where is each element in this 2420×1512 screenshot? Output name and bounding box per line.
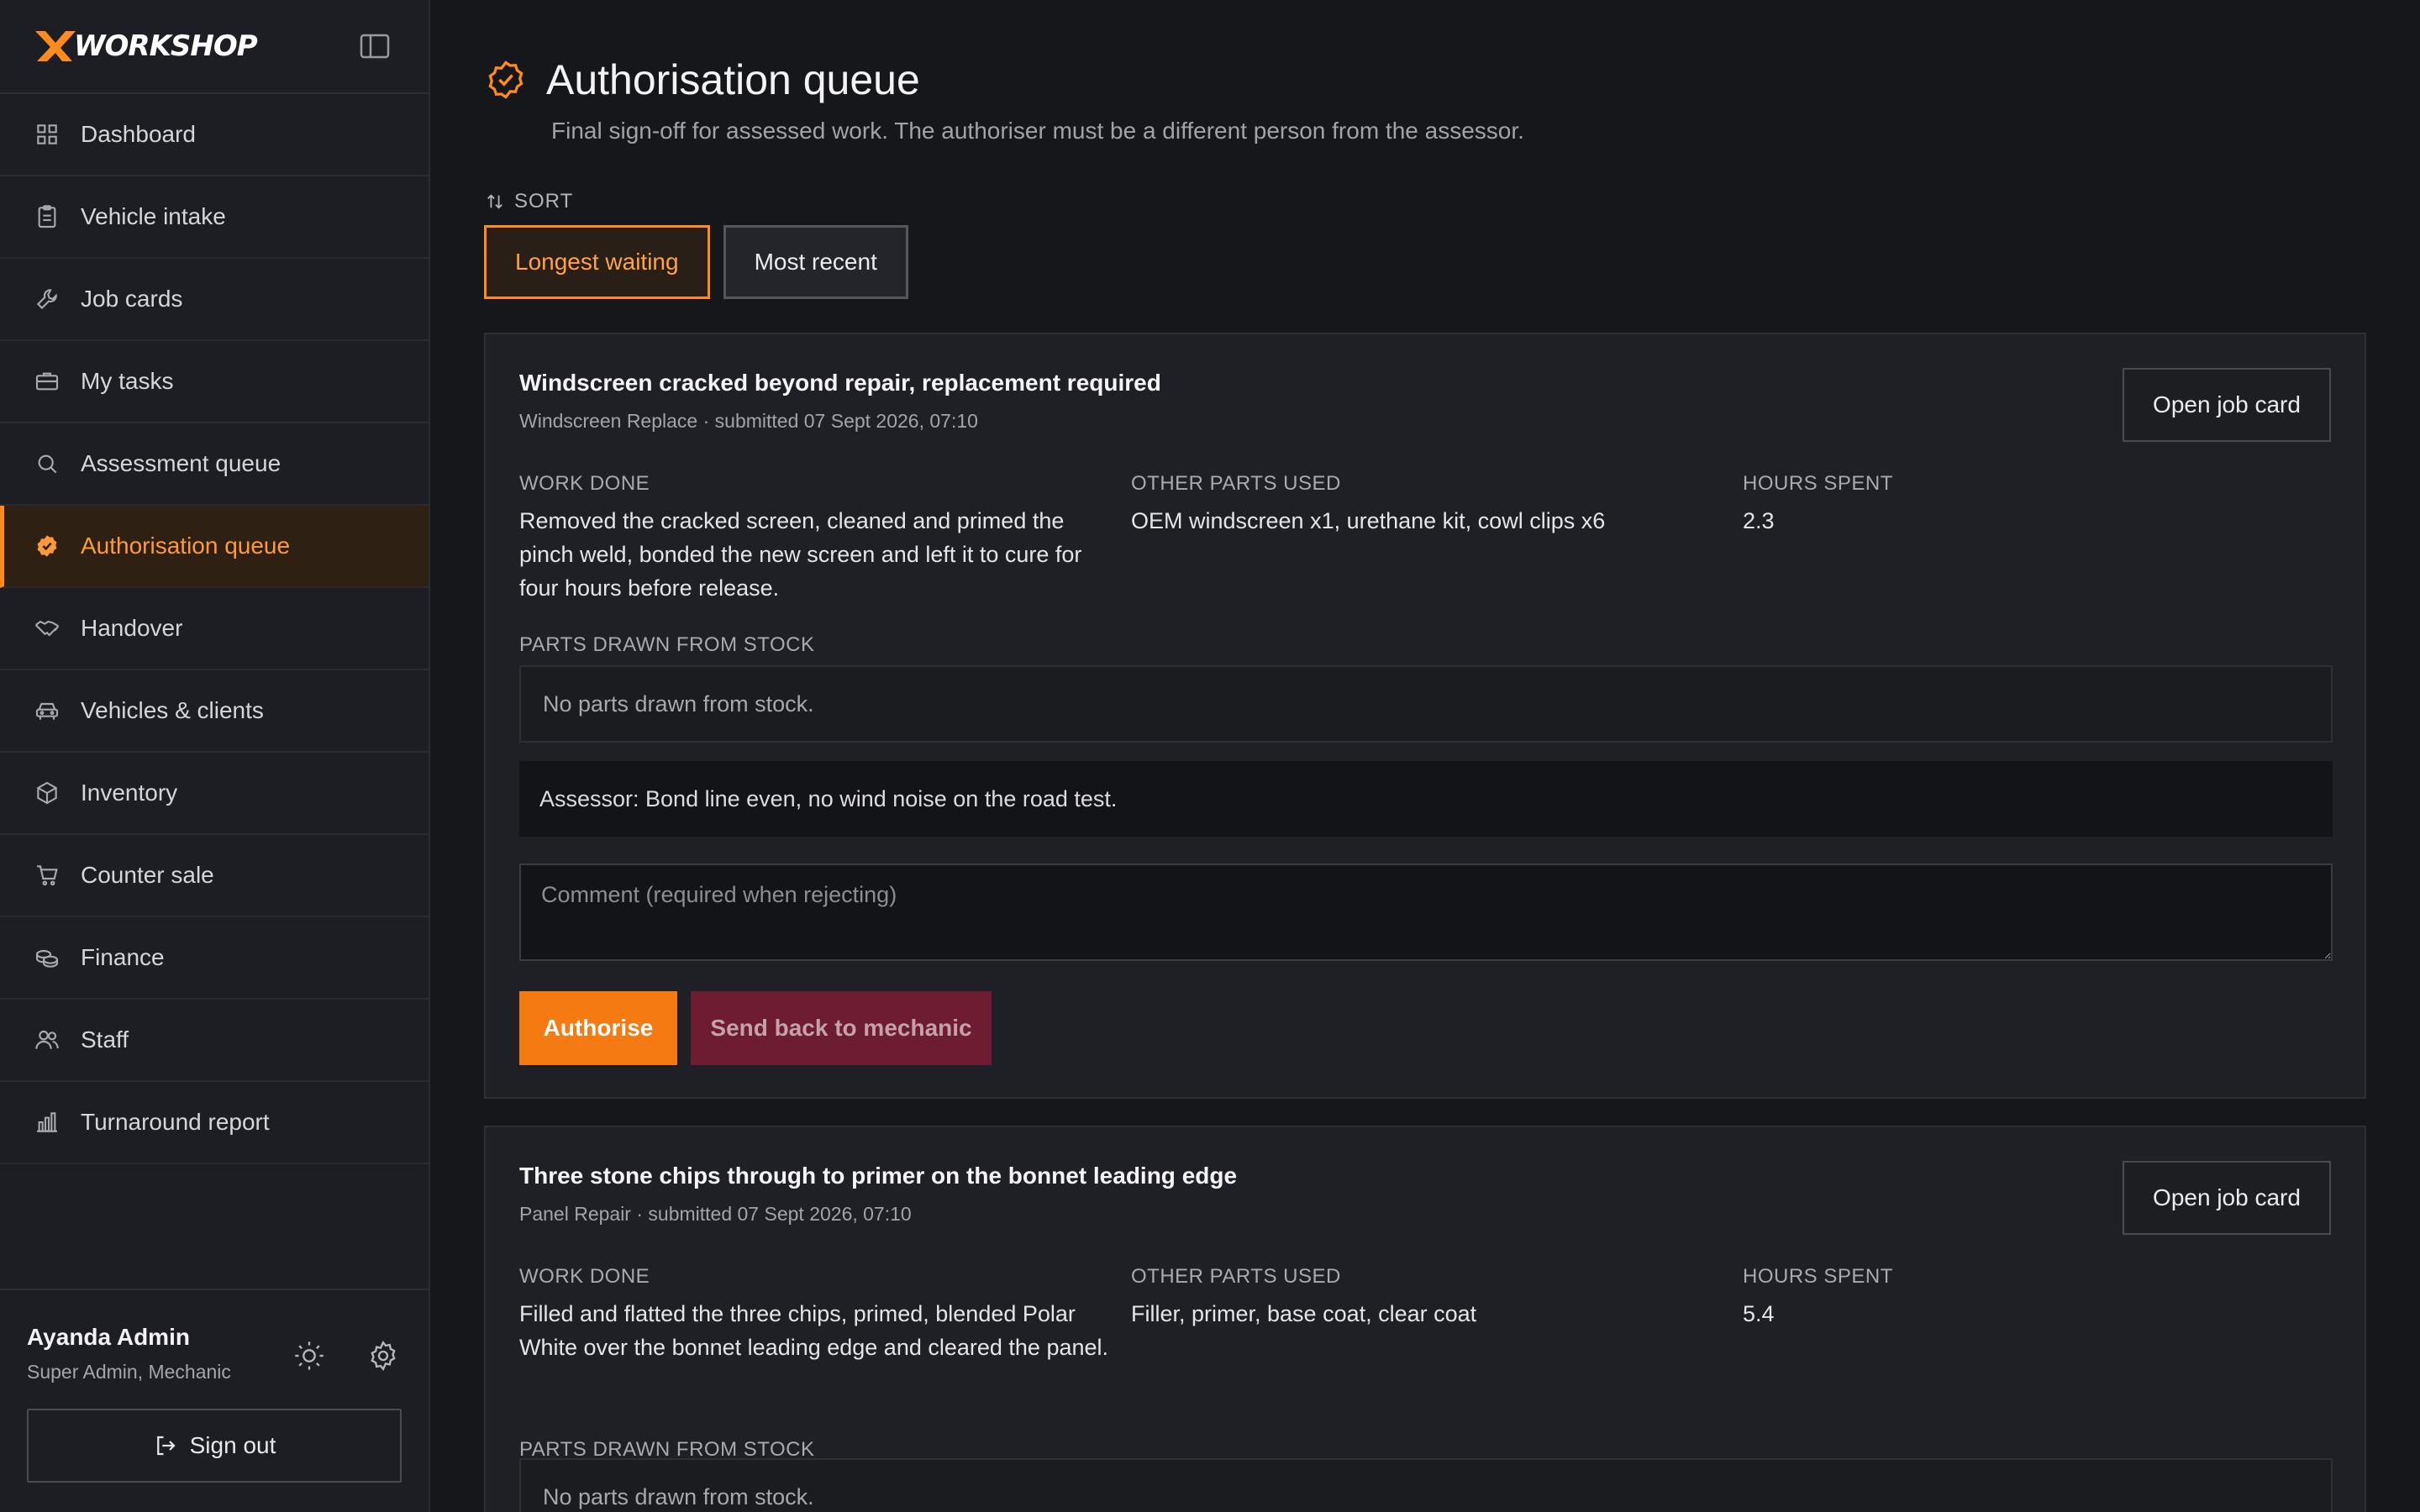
sort-icon — [487, 194, 502, 209]
sun-icon[interactable] — [292, 1339, 326, 1373]
sign-out-label: Sign out — [189, 1432, 276, 1458]
assessor-note: Assessor: Bond line even, no wind noise … — [519, 761, 2333, 837]
authorisation-card: Windscreen cracked beyond repair, replac… — [484, 333, 2366, 1099]
sidebar-item-handover[interactable]: Handover — [0, 588, 429, 670]
open-job-card-button[interactable]: Open job card — [2123, 368, 2331, 442]
open-job-card-button[interactable]: Open job card — [2123, 1161, 2331, 1235]
hours-spent-label: HOURS SPENT — [1743, 472, 1893, 495]
sidebar-item-label: Handover — [81, 615, 183, 641]
grid-icon — [37, 124, 57, 144]
badge-check-icon — [37, 535, 57, 557]
page-subtitle: Final sign-off for assessed work. The au… — [551, 118, 1524, 144]
user-name: Ayanda Admin — [27, 1324, 190, 1350]
sidebar-item-my-tasks[interactable]: My tasks — [0, 341, 429, 423]
sidebar-item-label: Dashboard — [81, 121, 196, 147]
sidebar-item-counter-sale[interactable]: Counter sale — [0, 835, 429, 917]
card-meta: Windscreen Replace · submitted 07 Sept 2… — [519, 410, 978, 432]
page-title: Authorisation queue — [546, 56, 920, 103]
page-header: Authorisation queue — [484, 55, 920, 104]
briefcase-icon — [35, 372, 59, 391]
other-parts-value: OEM windscreen x1, urethane kit, cowl cl… — [1131, 508, 1606, 533]
sidebar-item-dashboard[interactable]: Dashboard — [0, 94, 429, 176]
card-actions: Authorise Send back to mechanic — [519, 991, 992, 1065]
sidebar-item-finance[interactable]: Finance — [0, 917, 429, 1000]
brand-name: WORKSHOP — [74, 29, 258, 63]
sidebar-toggle-icon[interactable] — [360, 34, 390, 59]
work-done-label: WORK DONE — [519, 472, 650, 495]
sidebar-item-vehicles-clients[interactable]: Vehicles & clients — [0, 670, 429, 753]
other-parts-label: OTHER PARTS USED — [1131, 1265, 1341, 1288]
sidebar-item-label: My tasks — [81, 368, 174, 394]
sidebar-item-label: Authorisation queue — [81, 533, 291, 559]
user-roles: Super Admin, Mechanic — [27, 1361, 231, 1383]
other-parts-value: Filler, primer, base coat, clear coat — [1131, 1301, 1477, 1326]
sidebar-item-label: Vehicles & clients — [81, 697, 264, 723]
users-icon — [35, 1030, 59, 1049]
sidebar-item-inventory[interactable]: Inventory — [0, 753, 429, 835]
sort-longest-waiting-button[interactable]: Longest waiting — [484, 225, 710, 299]
sidebar-item-vehicle-intake[interactable]: Vehicle intake — [0, 176, 429, 259]
sidebar-item-staff[interactable]: Staff — [0, 1000, 429, 1082]
logo-x-icon — [35, 31, 76, 61]
logo[interactable]: WORKSHOP — [34, 29, 258, 63]
sidebar: WORKSHOP Dashboard Vehicle intake Job ca… — [0, 0, 430, 1512]
sidebar-item-label: Inventory — [81, 780, 178, 806]
work-done-value: Removed the cracked screen, cleaned and … — [519, 508, 1082, 601]
wrench-icon — [36, 289, 57, 310]
authorise-button[interactable]: Authorise — [519, 991, 677, 1065]
send-back-button[interactable]: Send back to mechanic — [691, 991, 992, 1065]
parts-drawn-box: No parts drawn from stock. — [519, 665, 2333, 743]
card-details: WORK DONE Removed the cracked screen, cl… — [519, 472, 2354, 605]
clipboard-icon — [38, 205, 56, 228]
sidebar-item-label: Staff — [81, 1026, 129, 1053]
parts-drawn-box: No parts drawn from stock. — [519, 1458, 2333, 1512]
hours-spent-label: HOURS SPENT — [1743, 1265, 1893, 1288]
card-details: WORK DONE Filled and flatted the three c… — [519, 1265, 2354, 1364]
brand-bar: WORKSHOP — [0, 0, 429, 94]
user-panel: Ayanda Admin Super Admin, Mechanic Sign … — [0, 1289, 429, 1512]
authorisation-card: Three stone chips through to primer on t… — [484, 1126, 2366, 1512]
badge-check-icon — [488, 60, 523, 99]
sidebar-item-turnaround-report[interactable]: Turnaround report — [0, 1082, 429, 1164]
gear-icon[interactable] — [366, 1339, 400, 1373]
bar-chart-icon — [37, 1112, 57, 1132]
sidebar-item-label: Turnaround report — [81, 1109, 270, 1135]
hours-spent-value: 5.4 — [1743, 1301, 1775, 1326]
search-icon — [38, 454, 57, 474]
hours-spent-value: 2.3 — [1743, 508, 1775, 533]
comment-input[interactable] — [519, 864, 2333, 961]
work-done-label: WORK DONE — [519, 1265, 650, 1288]
card-meta: Panel Repair · submitted 07 Sept 2026, 0… — [519, 1203, 912, 1225]
card-title: Three stone chips through to primer on t… — [519, 1163, 1238, 1189]
car-icon — [35, 702, 59, 720]
sort-options: Longest waiting Most recent — [484, 225, 908, 299]
sidebar-item-label: Counter sale — [81, 862, 214, 888]
cart-icon — [37, 865, 58, 886]
sidebar-item-label: Finance — [81, 944, 165, 970]
sign-out-icon — [156, 1436, 176, 1456]
sidebar-item-authorisation-queue[interactable]: Authorisation queue — [0, 506, 429, 588]
sort-label: SORT — [486, 190, 573, 213]
sort-most-recent-button[interactable]: Most recent — [723, 225, 908, 299]
sidebar-nav: Dashboard Vehicle intake Job cards My ta… — [0, 94, 429, 1164]
sidebar-item-label: Assessment queue — [81, 450, 281, 476]
other-parts-label: OTHER PARTS USED — [1131, 472, 1341, 495]
sidebar-item-job-cards[interactable]: Job cards — [0, 259, 429, 341]
handshake-icon — [34, 620, 60, 637]
sidebar-item-label: Job cards — [81, 286, 183, 312]
sidebar-item-label: Vehicle intake — [81, 203, 226, 229]
work-done-value: Filled and flatted the three chips, prim… — [519, 1301, 1109, 1360]
sidebar-item-assessment-queue[interactable]: Assessment queue — [0, 423, 429, 506]
sign-out-button[interactable]: Sign out — [27, 1409, 402, 1483]
coins-icon — [35, 949, 59, 968]
card-title: Windscreen cracked beyond repair, replac… — [519, 370, 1161, 396]
parts-drawn-label: PARTS DRAWN FROM STOCK — [519, 633, 815, 656]
package-icon — [37, 781, 57, 805]
sort-label-text: SORT — [514, 190, 574, 213]
